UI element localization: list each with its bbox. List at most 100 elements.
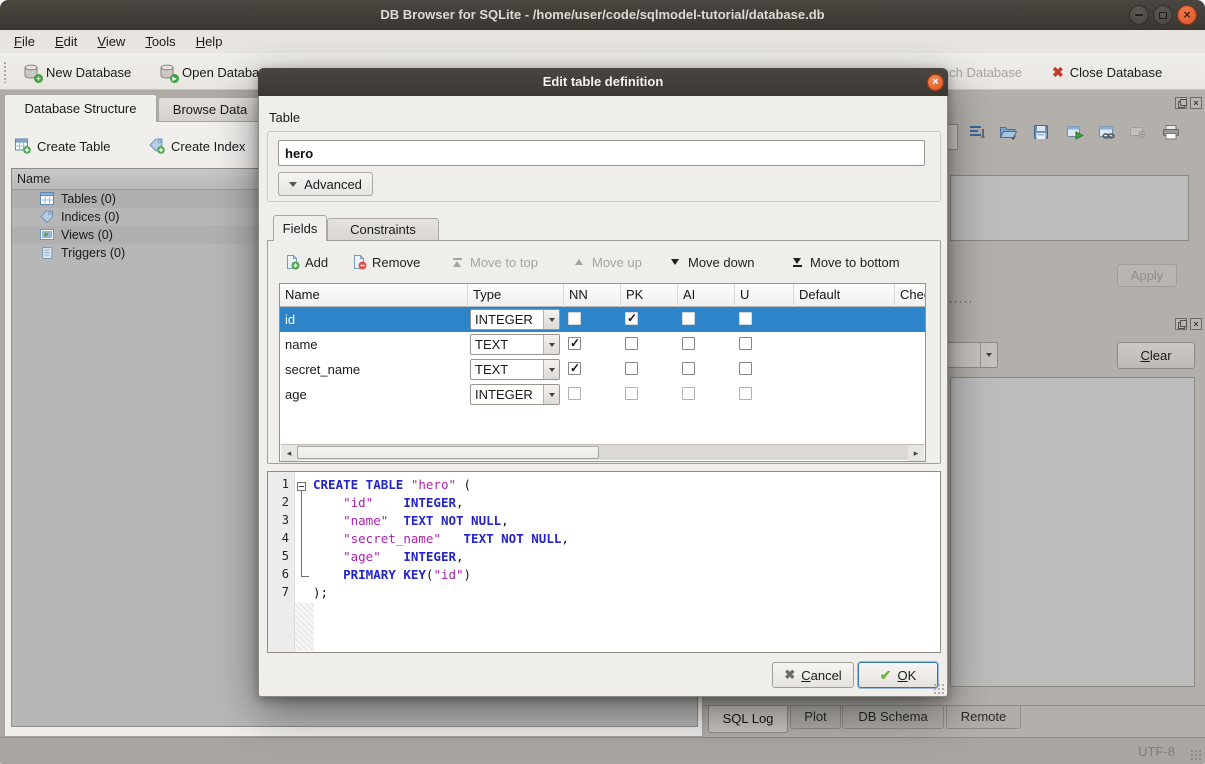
tab-db-schema[interactable]: DB Schema bbox=[842, 706, 944, 729]
clear-button[interactable]: Clear bbox=[1117, 342, 1195, 369]
tab-database-structure[interactable]: Database Structure bbox=[4, 94, 157, 122]
column-header-type[interactable]: Type bbox=[468, 284, 564, 307]
type-combobox[interactable]: TEXT bbox=[470, 334, 560, 355]
field-row-age[interactable]: ageINTEGER bbox=[280, 382, 926, 407]
ai-checkbox[interactable] bbox=[682, 362, 695, 375]
remove-button[interactable]: Remove bbox=[351, 248, 420, 276]
pk-checkbox[interactable] bbox=[625, 337, 638, 350]
cell-mode-combobox-partial[interactable] bbox=[948, 124, 958, 150]
execute-icon[interactable] bbox=[1066, 124, 1086, 142]
field-row-secret_name[interactable]: secret_nameTEXT bbox=[280, 357, 926, 382]
dialog-close-button[interactable]: × bbox=[927, 74, 944, 91]
nn-checkbox[interactable] bbox=[568, 312, 581, 325]
open-file-icon[interactable] bbox=[999, 124, 1019, 142]
print-icon[interactable] bbox=[1162, 124, 1182, 142]
dock-float-button[interactable] bbox=[1175, 318, 1187, 330]
menu-help[interactable]: Help bbox=[186, 32, 233, 51]
type-combobox[interactable]: TEXT bbox=[470, 359, 560, 380]
field-row-id[interactable]: idINTEGER bbox=[280, 307, 926, 332]
save-file-icon[interactable] bbox=[1033, 124, 1053, 142]
type-combobox[interactable]: INTEGER bbox=[470, 384, 560, 405]
type-combobox[interactable]: INTEGER bbox=[470, 309, 560, 330]
apply-button[interactable]: Apply bbox=[1117, 264, 1177, 287]
new-database-button[interactable]: + New Database bbox=[22, 60, 131, 84]
menu-file[interactable]: File bbox=[4, 32, 45, 51]
move-to-top-button[interactable]: Move to top bbox=[449, 248, 538, 276]
sql-log-view[interactable] bbox=[950, 377, 1195, 687]
move-down-button[interactable]: Move down bbox=[667, 248, 754, 276]
chevron-down-icon[interactable] bbox=[543, 335, 559, 354]
tab-constraints[interactable]: Constraints bbox=[327, 218, 439, 241]
pk-checkbox[interactable] bbox=[625, 387, 638, 400]
menu-view[interactable]: View bbox=[87, 32, 135, 51]
scroll-left-button[interactable]: ◂ bbox=[281, 445, 297, 461]
move-to-bottom-button[interactable]: Move to bottom bbox=[789, 248, 900, 276]
table-name-input[interactable] bbox=[278, 140, 925, 166]
column-header-ai[interactable]: AI bbox=[678, 284, 735, 307]
tab-fields[interactable]: Fields bbox=[273, 215, 327, 241]
nn-checkbox[interactable] bbox=[568, 362, 581, 375]
fold-margin bbox=[294, 585, 313, 603]
create-index-button[interactable]: Create Index bbox=[149, 132, 245, 160]
window-resize-grip[interactable] bbox=[1190, 749, 1202, 761]
close-window-button[interactable]: × bbox=[1177, 5, 1197, 25]
cancel-button[interactable]: ✖Cancel bbox=[772, 662, 854, 688]
dock-close-button[interactable]: × bbox=[1190, 97, 1202, 109]
move-top-icon bbox=[449, 258, 465, 267]
cell-editor[interactable] bbox=[950, 175, 1189, 241]
chevron-down-icon[interactable] bbox=[543, 385, 559, 404]
tab-remote[interactable]: Remote bbox=[946, 706, 1021, 729]
dock-float-button[interactable] bbox=[1175, 97, 1187, 109]
minimize-button[interactable] bbox=[1129, 5, 1149, 25]
pk-checkbox[interactable] bbox=[625, 362, 638, 375]
column-header-default[interactable]: Default bbox=[794, 284, 895, 307]
u-checkbox[interactable] bbox=[739, 387, 752, 400]
tab-plot[interactable]: Plot bbox=[790, 706, 841, 729]
ai-checkbox[interactable] bbox=[682, 312, 695, 325]
column-header-pk[interactable]: PK bbox=[621, 284, 678, 307]
move-up-button[interactable]: Move up bbox=[571, 248, 642, 276]
maximize-button[interactable] bbox=[1153, 5, 1173, 25]
tab-label: Browse Data bbox=[173, 102, 247, 117]
add-button[interactable]: Add bbox=[284, 248, 328, 276]
dock-close-button[interactable]: × bbox=[1190, 318, 1202, 330]
close-database-button[interactable]: ✖ Close Database bbox=[1052, 60, 1162, 84]
chevron-down-icon[interactable] bbox=[543, 360, 559, 379]
column-header-u[interactable]: U bbox=[735, 284, 794, 307]
chevron-down-icon[interactable] bbox=[543, 310, 559, 329]
dialog-resize-grip[interactable] bbox=[933, 683, 944, 694]
text-mode-icon[interactable] bbox=[969, 124, 989, 142]
horizontal-scrollbar[interactable]: ◂ ▸ bbox=[281, 444, 924, 460]
field-row-name[interactable]: nameTEXT bbox=[280, 332, 926, 357]
tab-browse-data[interactable]: Browse Data bbox=[158, 97, 262, 121]
open-database-button[interactable]: ▸ Open Database bbox=[158, 60, 273, 84]
dialog-title: Edit table definition bbox=[543, 74, 664, 89]
menu-edit[interactable]: Edit bbox=[45, 32, 87, 51]
column-header-name[interactable]: Name bbox=[280, 284, 468, 307]
tab-sql-log[interactable]: SQL Log bbox=[708, 706, 788, 733]
toolbar-drag-handle[interactable] bbox=[3, 61, 8, 83]
fold-marker-icon[interactable] bbox=[297, 482, 306, 491]
menu-tools[interactable]: Tools bbox=[135, 32, 185, 51]
ai-checkbox[interactable] bbox=[682, 337, 695, 350]
pk-checkbox[interactable] bbox=[625, 312, 638, 325]
log-filter-combobox[interactable] bbox=[940, 342, 998, 368]
sql-preview-editor[interactable]: 1CREATE TABLE "hero" (2 "id" INTEGER,3 "… bbox=[267, 471, 941, 653]
u-checkbox[interactable] bbox=[739, 312, 752, 325]
scroll-right-button[interactable]: ▸ bbox=[908, 445, 924, 461]
advanced-button[interactable]: Advanced bbox=[278, 172, 373, 196]
view-icon bbox=[40, 228, 54, 242]
ok-button[interactable]: ✔OK bbox=[858, 662, 938, 688]
link-icon[interactable] bbox=[1098, 124, 1118, 142]
create-table-button[interactable]: Create Table bbox=[15, 132, 110, 160]
u-checkbox[interactable] bbox=[739, 337, 752, 350]
u-checkbox[interactable] bbox=[739, 362, 752, 375]
column-header-check[interactable]: Check bbox=[895, 284, 926, 307]
set-null-icon[interactable] bbox=[1129, 124, 1149, 142]
cancel-icon: ✖ bbox=[784, 667, 795, 683]
ai-checkbox[interactable] bbox=[682, 387, 695, 400]
column-header-nn[interactable]: NN bbox=[564, 284, 621, 307]
nn-checkbox[interactable] bbox=[568, 387, 581, 400]
nn-checkbox[interactable] bbox=[568, 337, 581, 350]
scrollbar-thumb[interactable] bbox=[297, 446, 599, 459]
